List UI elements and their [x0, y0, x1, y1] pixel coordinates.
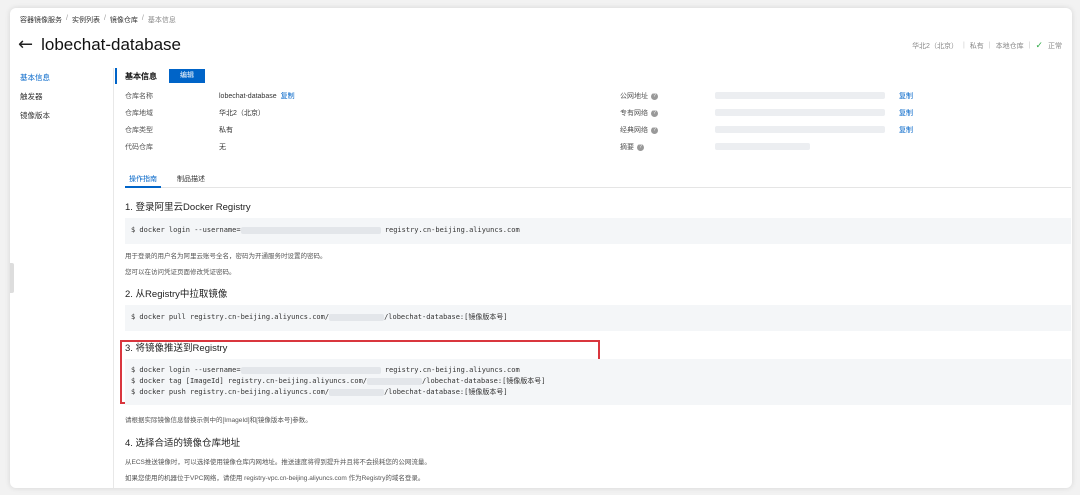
help-icon[interactable]: ? — [637, 143, 644, 151]
breadcrumb-service[interactable]: 容器镜像服务 — [20, 15, 62, 25]
step-1-command[interactable]: $ docker login --username= registry.cn-b… — [125, 218, 1071, 244]
copy-vpc-address-button[interactable]: 复制 — [899, 108, 913, 118]
digest-label: 摘要? — [620, 142, 644, 152]
redacted-namespace — [367, 377, 423, 385]
sidebar-item-basic-info[interactable]: 基本信息 — [10, 68, 113, 87]
breadcrumb-separator: / — [103, 15, 106, 22]
step-4-note-1: 从ECS推送镜像时，可以选择使用镜像仓库内网地址。推送速度将得到提升并且将不会损… — [125, 459, 431, 466]
vpc-address-label: 专有网络? — [620, 108, 658, 118]
help-icon[interactable]: ? — [651, 92, 658, 100]
redacted-digest — [715, 143, 810, 150]
breadcrumb-separator: / — [66, 15, 68, 22]
sidebar-collapse-handle[interactable] — [10, 263, 14, 293]
redacted-namespace — [329, 313, 385, 321]
copy-repo-name-button[interactable]: 复制 — [281, 93, 295, 100]
section-title: 基本信息 — [125, 71, 157, 81]
public-address-label: 公网地址? — [620, 91, 658, 101]
sidebar: 基本信息 触发器 镜像版本 — [10, 68, 114, 488]
step-3-note: 请根据实际镜像信息替换示例中的[ImageId]和[镜像版本号]参数。 — [125, 417, 312, 424]
status-divider: | — [988, 42, 991, 49]
copy-public-address-button[interactable]: 复制 — [899, 91, 913, 101]
edit-button[interactable]: 编辑 — [169, 69, 205, 83]
status-source: 本地仓库 — [995, 42, 1024, 50]
status-region: 华北2（北京） — [912, 42, 958, 50]
redacted-vpc-address — [715, 109, 885, 116]
repo-type-value: 私有 — [219, 127, 233, 134]
repo-name-value: lobechat-database 复制 — [219, 91, 295, 101]
redacted-namespace — [329, 388, 385, 396]
status-state: 正常 — [1048, 42, 1062, 50]
help-icon[interactable]: ? — [651, 109, 658, 117]
status-divider: | — [962, 42, 965, 49]
help-icon[interactable]: ? — [651, 126, 658, 134]
status-visibility: 私有 — [969, 42, 984, 50]
step-3-commands[interactable]: $ docker login --username= registry.cn-b… — [125, 359, 1071, 405]
step-1-note-1: 用于登录的用户名为阿里云账号全名，密码为开通服务时设置的密码。 — [125, 253, 327, 260]
main-content: 基本信息 编辑 仓库名称 lobechat-database 复制 仓库地域 华北… — [115, 68, 1072, 488]
breadcrumb: 容器镜像服务 / 实例列表 / 镜像仓库 / 基本信息 — [20, 15, 176, 25]
step-2-title: 2. 从Registry中拉取镜像 — [125, 289, 228, 300]
breadcrumb-instances[interactable]: 实例列表 — [72, 15, 100, 25]
redacted-public-address — [715, 92, 885, 99]
step-3-title: 3. 将镜像推送到Registry — [125, 343, 228, 354]
breadcrumb-repos[interactable]: 镜像仓库 — [110, 15, 138, 25]
step-4-note-2: 如果您使用的机器位于VPC网络，请使用 registry-vpc.cn-beij… — [125, 475, 425, 482]
code-repo-value: 无 — [219, 144, 226, 151]
code-repo-label: 代码仓库 — [125, 144, 153, 151]
repo-name-label: 仓库名称 — [125, 93, 153, 100]
tab-artifact-description[interactable]: 制品描述 — [173, 174, 209, 188]
step-1-title: 1. 登录阿里云Docker Registry — [125, 202, 251, 213]
check-icon: ✓ — [1035, 40, 1043, 50]
copy-classic-address-button[interactable]: 复制 — [899, 125, 913, 135]
sidebar-item-image-versions[interactable]: 镜像版本 — [10, 106, 113, 125]
breadcrumb-current: 基本信息 — [147, 17, 176, 24]
basic-info-header: 基本信息 编辑 — [115, 68, 205, 84]
back-arrow-icon[interactable]: ← — [18, 36, 33, 54]
tab-bar: 操作指南 制品描述 — [125, 174, 1071, 188]
step-2-command[interactable]: $ docker pull registry.cn-beijing.aliyun… — [125, 305, 1071, 331]
step-1-note-2: 您可以在访问凭证页面修改凭证密码。 — [125, 269, 236, 276]
redacted-username — [240, 226, 381, 234]
repo-region-value: 华北2（北京） — [219, 110, 265, 117]
classic-address-label: 经典网络? — [620, 125, 658, 135]
breadcrumb-separator: / — [141, 15, 144, 22]
repo-region-label: 仓库地域 — [125, 110, 153, 117]
redacted-classic-address — [715, 126, 885, 133]
console-window: 容器镜像服务 / 实例列表 / 镜像仓库 / 基本信息 ← lobechat-d… — [10, 8, 1072, 488]
step-4-title: 4. 选择合适的镜像仓库地址 — [125, 438, 241, 449]
repo-status: 华北2（北京） | 私有 | 本地仓库 | ✓ 正常 — [912, 40, 1062, 51]
tab-operation-guide[interactable]: 操作指南 — [125, 174, 161, 188]
sidebar-item-triggers[interactable]: 触发器 — [10, 87, 113, 106]
status-divider: | — [1028, 42, 1031, 49]
redacted-username — [240, 366, 381, 374]
title-row: ← lobechat-database — [18, 35, 181, 55]
page-title: lobechat-database — [41, 35, 181, 54]
repo-type-label: 仓库类型 — [125, 127, 153, 134]
repo-name-text: lobechat-database — [219, 93, 277, 100]
